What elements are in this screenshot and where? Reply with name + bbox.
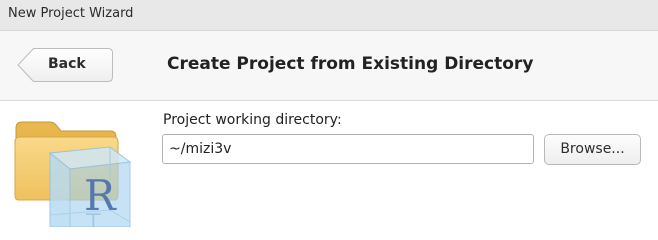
- window-title: New Project Wizard: [8, 6, 134, 21]
- page-title: Create Project from Existing Directory: [167, 54, 534, 74]
- wizard-header: Back Create Project from Existing Direct…: [0, 31, 658, 101]
- project-directory-label: Project working directory:: [163, 112, 342, 128]
- back-button-label: Back: [48, 56, 86, 72]
- back-button[interactable]: Back: [17, 48, 113, 82]
- wizard-content: R ⊤ Project working directory: Browse...: [0, 101, 658, 227]
- svg-text:⊤: ⊤: [84, 208, 103, 227]
- project-directory-input[interactable]: [162, 134, 534, 164]
- title-bar: New Project Wizard: [0, 0, 658, 31]
- browse-button[interactable]: Browse...: [544, 134, 641, 165]
- folder-r-project-icon: R ⊤: [14, 121, 132, 227]
- new-project-wizard-window: New Project Wizard Back Create Project f…: [0, 0, 658, 227]
